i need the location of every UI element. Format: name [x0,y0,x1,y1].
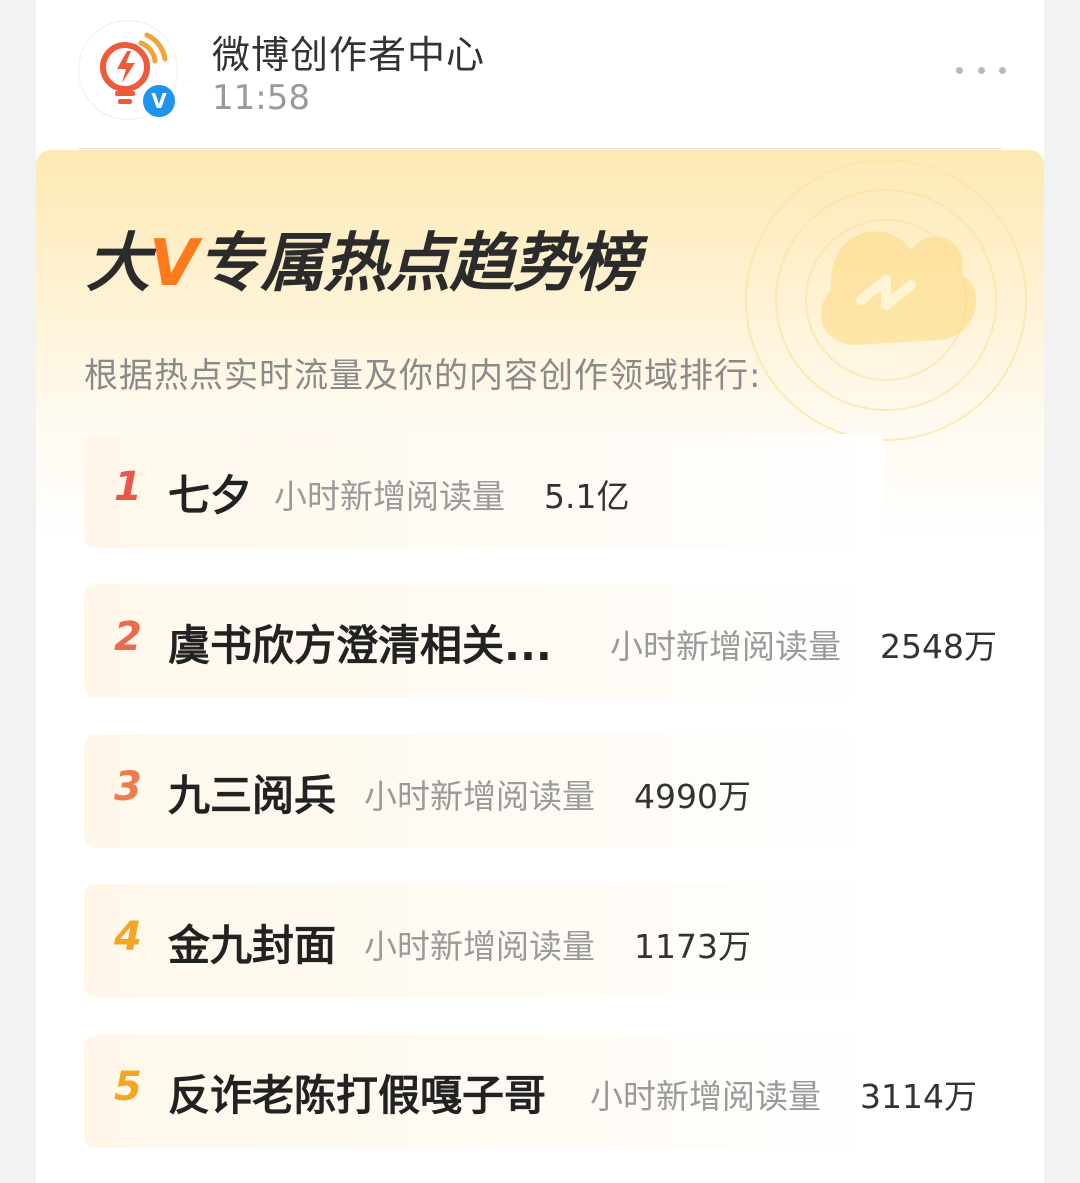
banner-title-v: V [149,227,199,301]
rank-number: 5 [114,1064,142,1110]
rank-metric-value: 2548万 [880,627,997,666]
rank-metric-label: 小时新增阅读量 [364,927,595,966]
banner-title: 大V专属热点趋势榜 [86,227,640,301]
post-header: V 微博创作者中心 11:58 [36,0,1044,150]
rank-metric-label: 小时新增阅读量 [610,627,841,666]
ranking-item-3[interactable]: 3 九三阅兵 小时新增阅读量 4990万 [84,734,884,848]
rank-metric-value: 4990万 [634,777,751,816]
rank-metric-label: 小时新增阅读量 [364,777,595,816]
more-dots-icon[interactable] [956,58,1006,82]
ranking-item-2[interactable]: 2 虞书欣方澄清相关... 小时新增阅读量 2548万 [84,584,997,698]
header-divider [78,148,1002,149]
post-card: V 微博创作者中心 11:58 大V专属热点趋势榜 根据热点实时流量及你的内容创… [36,0,1044,1183]
account-name[interactable]: 微博创作者中心 [212,24,485,79]
ranking-item-1[interactable]: 1 七夕 小时新增阅读量 5.1亿 [84,434,884,548]
rank-number: 4 [114,914,142,960]
trending-banner: 大V专属热点趋势榜 根据热点实时流量及你的内容创作领域排行: 1 七夕 小时新增… [36,150,1044,1183]
rank-topic: 九三阅兵 [168,771,337,820]
rank-metric-label: 小时新增阅读量 [274,477,505,516]
ranking-item-4[interactable]: 4 金九封面 小时新增阅读量 1173万 [84,884,884,998]
rank-topic: 反诈老陈打假嘎子哥 [168,1071,547,1120]
banner-subtitle: 根据热点实时流量及你的内容创作领域排行: [84,356,762,396]
rank-metric-label: 小时新增阅读量 [590,1077,821,1116]
post-time: 11:58 [212,78,310,118]
rank-topic: 金九封面 [168,921,337,970]
rank-metric-value: 5.1亿 [544,477,630,516]
verified-badge-icon: V [140,82,178,120]
ranking-item-5[interactable]: 5 反诈老陈打假嘎子哥 小时新增阅读量 3114万 [84,1034,977,1148]
rank-number: 3 [114,764,142,810]
weibo-coin-icon [745,160,1027,441]
rank-topic: 虞书欣方澄清相关... [168,621,552,670]
rank-metric-value: 1173万 [634,927,751,966]
rank-number: 1 [114,464,142,510]
rank-number: 2 [114,614,142,660]
rank-topic: 七夕 [168,471,253,520]
rank-metric-value: 3114万 [860,1077,977,1116]
